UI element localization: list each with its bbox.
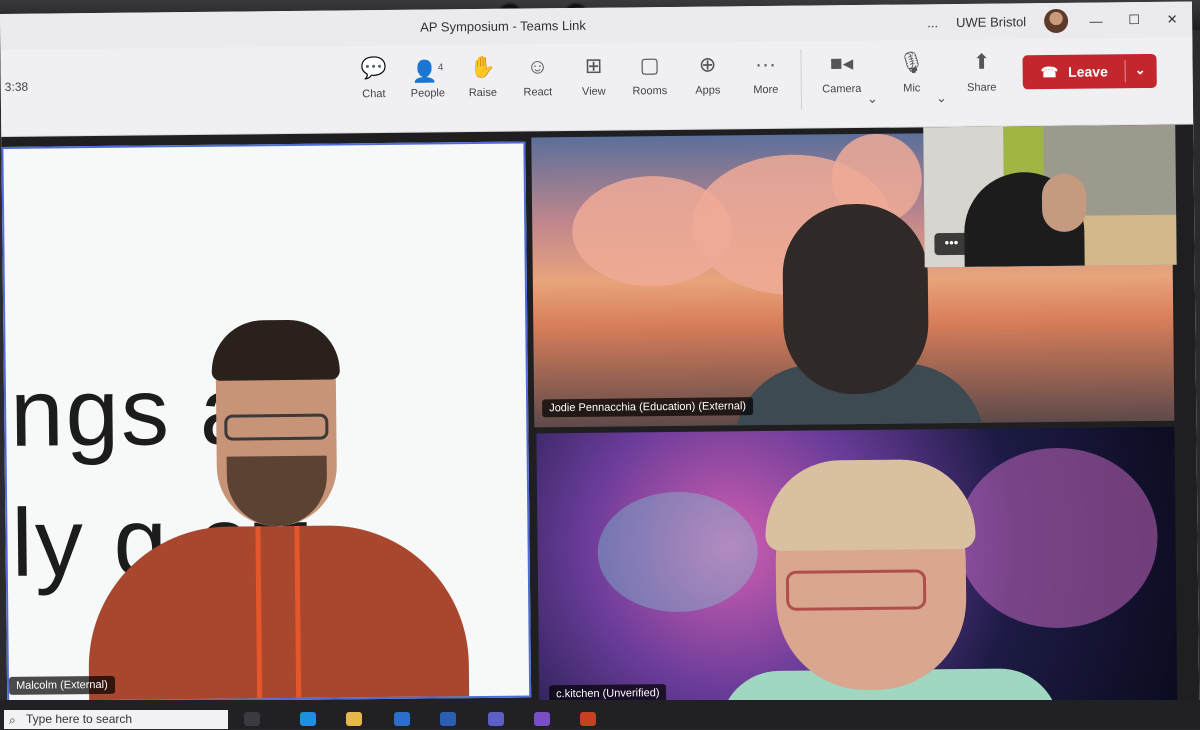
react-button[interactable]: ☺ React [508, 54, 566, 99]
plus-square-icon: ⊕ [698, 53, 717, 77]
people-label: People [410, 87, 446, 100]
leave-label: Leave [1068, 63, 1108, 80]
chat-button[interactable]: 💬 Chat [344, 56, 402, 101]
presenter-video [85, 319, 470, 703]
jodie-name-tag: Jodie Pennacchia (Education) (External) [542, 397, 754, 418]
outlook-icon[interactable] [394, 712, 410, 726]
search-icon: ⌕ [9, 713, 16, 727]
nebula-cloud [956, 446, 1159, 629]
leave-separator [1124, 60, 1126, 83]
hand-icon: ✋ [469, 55, 496, 80]
share-label: Share [967, 81, 997, 94]
chat-label: Chat [362, 87, 386, 101]
mic-chevron-down-icon[interactable]: ⌄ [936, 90, 947, 106]
presenter-hair [211, 319, 340, 381]
close-button[interactable]: ✕ [1162, 12, 1182, 28]
teams-icon[interactable] [488, 712, 504, 726]
share-icon: ⬆ [972, 50, 991, 74]
file-explorer-icon[interactable] [346, 712, 362, 726]
meeting-timer: 3:38 [4, 79, 29, 94]
jodie-head [782, 203, 930, 395]
camera-chevron-down-icon[interactable]: ⌄ [867, 91, 878, 107]
powerpoint-icon[interactable] [580, 712, 596, 726]
chat-icon: 💬 [360, 56, 387, 81]
apps-label: Apps [695, 84, 721, 97]
camera-button[interactable]: ■◂ Camera [812, 51, 870, 96]
raise-hand-button[interactable]: ✋ Raise [453, 55, 511, 100]
participant-tile-kitchen[interactable]: c.kitchen (Unverified) [536, 426, 1178, 714]
phone-icon: ☎ [1040, 63, 1059, 80]
react-label: React [523, 86, 553, 99]
more-button[interactable]: ··· More [736, 52, 794, 97]
search-placeholder: Type here to search [26, 712, 133, 726]
camera-icon: ■◂ [829, 52, 854, 76]
kitchen-glasses [785, 569, 927, 611]
microphone-icon: 🎙 [898, 51, 926, 75]
presenter-beard [226, 455, 328, 527]
teams-window: AP Symposium - Teams Link ... UWE Bristo… [0, 1, 1200, 714]
task-view-icon[interactable] [244, 712, 260, 726]
kitchen-hair [764, 458, 976, 552]
people-button[interactable]: 👤4 People [398, 55, 456, 100]
org-name: UWE Bristol [955, 13, 1027, 30]
people-count: 4 [437, 62, 444, 74]
share-button[interactable]: ⬆ Share [952, 49, 1010, 94]
participant-face [1041, 173, 1087, 233]
rooms-label: Rooms [632, 85, 668, 98]
apps-button[interactable]: ⊕ Apps [678, 52, 736, 97]
video-stage: ngs an ly g ett Malcolm (External) Jodie… [1, 124, 1200, 714]
more-dots-icon[interactable]: ... [927, 15, 938, 30]
presenter-glasses [224, 413, 329, 441]
grid-icon: ⊞ [584, 54, 603, 78]
taskbar-search-input[interactable]: ⌕ Type here to search [4, 710, 228, 729]
raise-label: Raise [468, 86, 497, 100]
rooms-icon: ▢ [639, 54, 660, 78]
more-options-button[interactable]: ••• [934, 232, 969, 256]
ellipsis-icon: ··· [754, 52, 777, 77]
presenter-name-tag: Malcolm (External) [8, 675, 115, 695]
view-label: View [581, 85, 606, 98]
rooms-button[interactable]: ▢ Rooms [620, 53, 678, 98]
smiley-icon: ☺ [526, 55, 549, 79]
maximize-button[interactable]: ☐ [1124, 12, 1144, 28]
people-icon: 👤4 [411, 60, 444, 84]
mic-label: Mic [903, 82, 921, 95]
onenote-icon[interactable] [534, 712, 550, 726]
minimize-button[interactable]: — [1086, 13, 1106, 28]
edge-icon[interactable] [300, 712, 316, 726]
participant-tile-small[interactable]: ••• [923, 124, 1177, 268]
nebula-cloud [597, 491, 759, 613]
leave-chevron-down-icon[interactable]: ⌄ [1135, 62, 1146, 78]
camera-label: Camera [822, 82, 862, 96]
leave-button[interactable]: ☎ Leave ⌄ [1022, 53, 1157, 90]
shared-content-tile[interactable]: ngs an ly g ett Malcolm (External) [1, 141, 532, 703]
more-label: More [753, 83, 779, 97]
window-title: AP Symposium - Teams Link [420, 17, 586, 35]
view-button[interactable]: ⊞ View [564, 53, 622, 98]
mic-button[interactable]: 🎙 Mic [882, 50, 940, 95]
avatar[interactable] [1044, 8, 1069, 34]
background-desk [1074, 214, 1177, 266]
presenter-lanyard [255, 525, 302, 703]
word-icon[interactable] [440, 712, 456, 726]
